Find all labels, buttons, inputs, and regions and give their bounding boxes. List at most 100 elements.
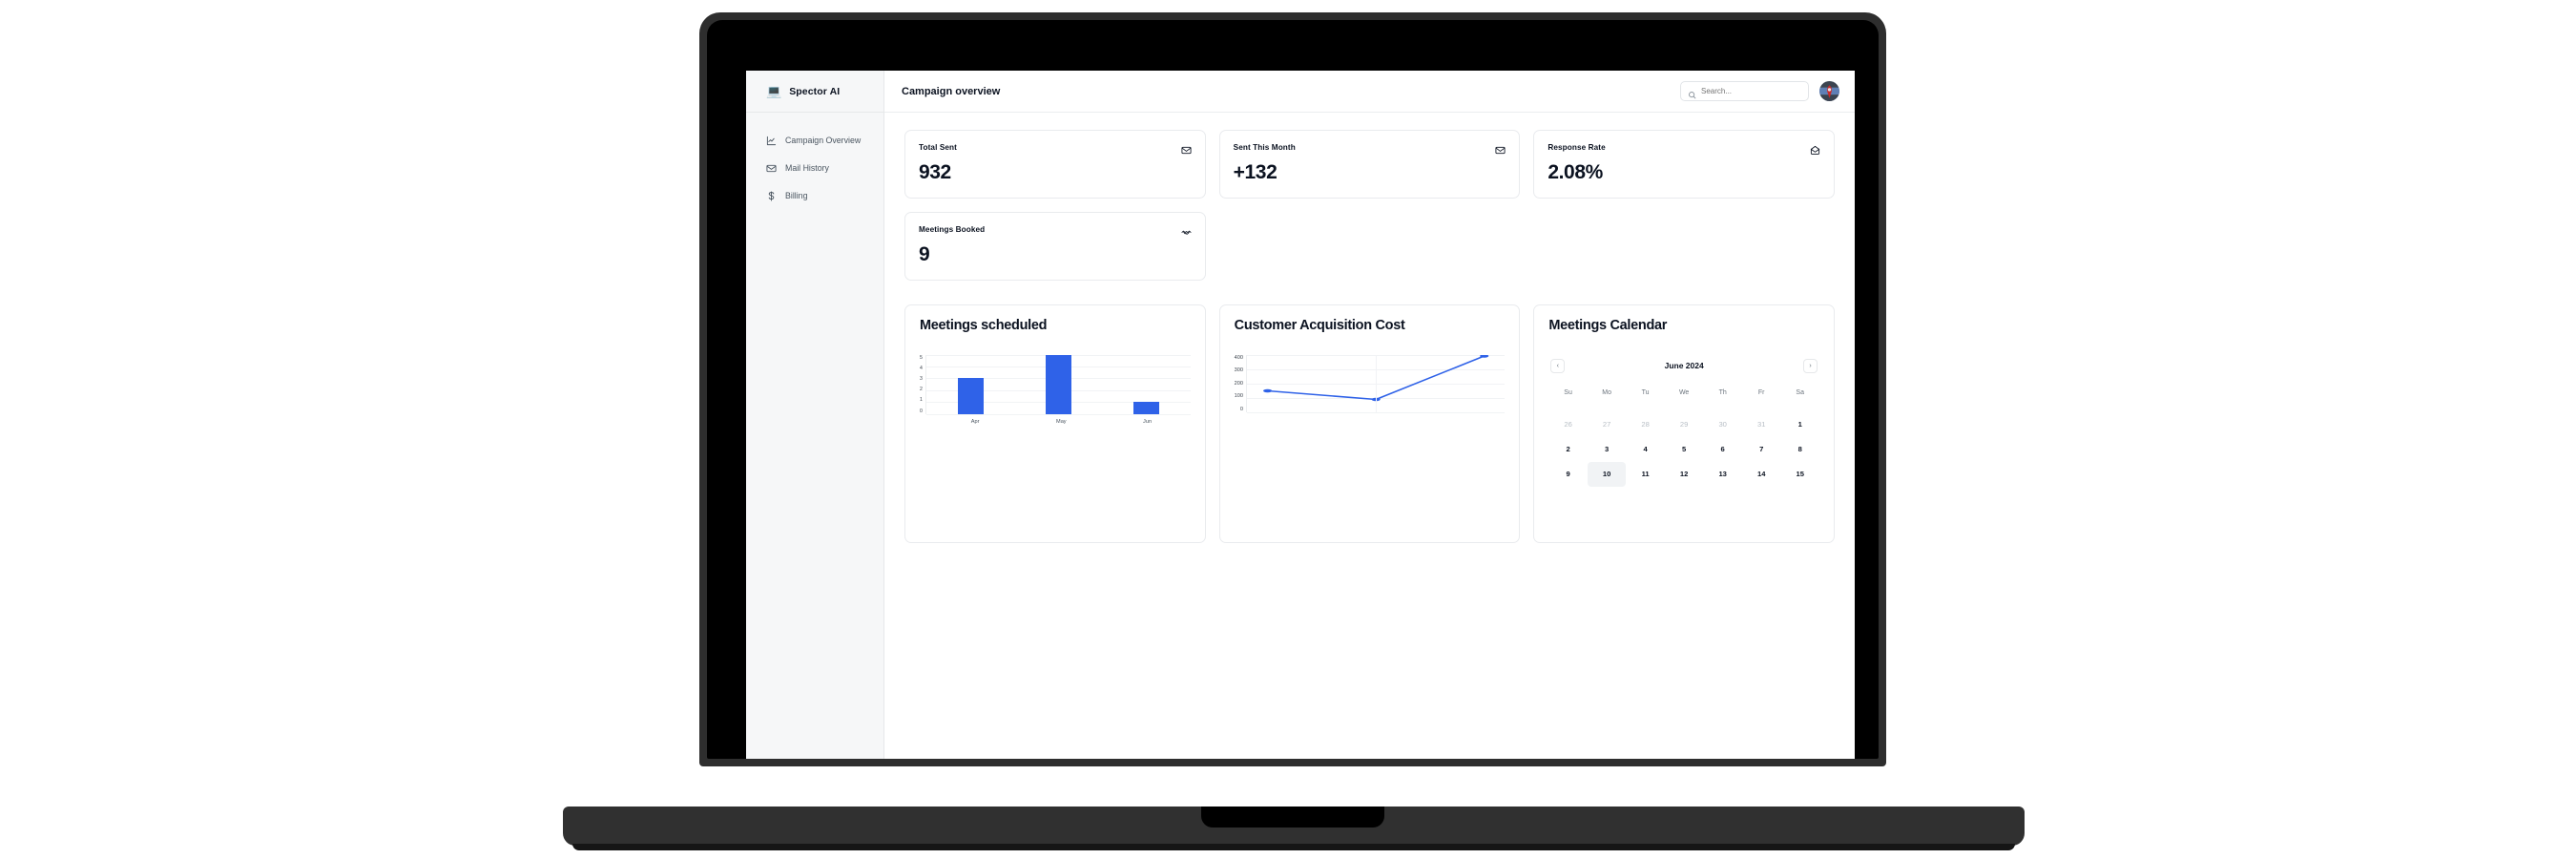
calendar-day-selected[interactable]: 10 [1587, 461, 1627, 487]
page-title: Campaign overview [902, 85, 1001, 97]
calendar-day[interactable]: 26 [1548, 412, 1588, 437]
dollar-icon [766, 190, 777, 201]
bar-jun [1133, 402, 1160, 414]
x-tick: Jun [1143, 418, 1153, 425]
bars [926, 354, 1191, 414]
y-tick: 1 [920, 397, 923, 404]
panel-meetings-calendar: Meetings Calendar ‹ June 2024 › Su Mo Tu We… [1533, 304, 1835, 543]
y-tick: 2 [920, 387, 923, 393]
screenshot-stage: 💻 Spector AI Campaign Overview Mail Hist… [0, 0, 2576, 859]
y-tick: 0 [1239, 406, 1243, 412]
laptop-lid: 💻 Spector AI Campaign Overview Mail Hist… [699, 12, 1886, 766]
line-chart: 400 300 200 100 0 [1235, 354, 1506, 413]
calendar-day[interactable]: 8 [1780, 437, 1819, 462]
x-tick: May [1056, 418, 1067, 425]
panels-row: Meetings scheduled 5 4 3 2 1 0 Apr May J… [904, 304, 1835, 543]
calendar-day[interactable]: 29 [1665, 412, 1704, 437]
bar-chart: 5 4 3 2 1 0 [920, 354, 1191, 415]
calendar-day[interactable]: 11 [1626, 462, 1665, 487]
search-icon [1688, 87, 1696, 99]
calendar-day[interactable]: 27 [1588, 412, 1627, 437]
sidebar-item-campaign-overview[interactable]: Campaign Overview [746, 134, 883, 147]
search-input[interactable] [1701, 87, 1801, 95]
y-tick: 4 [920, 365, 923, 371]
calendar-day[interactable]: 5 [1665, 437, 1704, 462]
panel-title: Meetings Calendar [1548, 318, 1668, 333]
chevron-right-icon[interactable]: › [1802, 358, 1818, 373]
stat-label: Meetings Booked [919, 225, 986, 234]
dashboard-content: Total Sent 932 Sent This Month +132 Resp… [884, 113, 1855, 759]
panel-customer-acquisition-cost: Customer Acquisition Cost 400 300 200 10… [1218, 304, 1521, 543]
topbar: Campaign overview [884, 71, 1855, 113]
topbar-right [1680, 81, 1839, 101]
envelope-icon [766, 163, 777, 174]
laptop-base-notch [1201, 807, 1384, 828]
calendar-dow: We [1678, 388, 1690, 396]
sidebar-item-label: Mail History [785, 163, 829, 173]
laptop-base-lip [572, 844, 2015, 850]
laptop-bezel: 💻 Spector AI Campaign Overview Mail Hist… [707, 20, 1879, 759]
calendar-month-label: June 2024 [1664, 361, 1704, 371]
stat-label: Sent This Month [1233, 143, 1296, 152]
calendar-day[interactable]: 15 [1780, 462, 1819, 487]
sidebar-item-label: Billing [785, 191, 808, 200]
calendar-day[interactable]: 30 [1703, 412, 1742, 437]
y-tick: 400 [1234, 354, 1243, 361]
panel-title: Meetings scheduled [920, 318, 1048, 333]
x-tick: Apr [970, 418, 980, 425]
stat-label: Response Rate [1548, 143, 1606, 152]
sidebar-item-mail-history[interactable]: Mail History [746, 161, 883, 175]
calendar-day[interactable]: 1 [1780, 412, 1819, 437]
user-avatar-image [1819, 81, 1839, 101]
line-chart-y-axis: 400 300 200 100 0 [1235, 355, 1246, 412]
calendar-day[interactable]: 14 [1742, 462, 1781, 487]
laptop-logo-icon: 💻 [766, 84, 782, 98]
search-box[interactable] [1680, 81, 1809, 101]
line-chart-plot [1246, 354, 1506, 413]
avatar[interactable] [1819, 81, 1839, 101]
calendar-day[interactable]: 9 [1548, 462, 1588, 487]
calendar-day[interactable]: 13 [1703, 462, 1742, 487]
calendar-nav: ‹ June 2024 › [1548, 358, 1819, 373]
calendar-day[interactable]: 12 [1665, 462, 1704, 487]
calendar-dow: Tu [1641, 388, 1650, 396]
calendar-dow-row: Su Mo Tu We Th Fr Sa [1548, 385, 1819, 401]
calendar-day[interactable]: 28 [1626, 412, 1665, 437]
calendar-day[interactable]: 7 [1742, 437, 1781, 462]
handshake-icon [1181, 225, 1192, 236]
stat-card-meetings-booked: Meetings Booked 9 [904, 212, 1206, 281]
stat-card-total-sent: Total Sent 932 [904, 130, 1206, 199]
calendar-day[interactable]: 6 [1703, 437, 1742, 462]
envelope-icon [1495, 143, 1506, 155]
envelope-icon [1181, 143, 1192, 155]
calendar-day[interactable]: 2 [1548, 437, 1588, 462]
bar-chart-plot [924, 354, 1191, 415]
sidebar: 💻 Spector AI Campaign Overview Mail Hist… [746, 71, 884, 759]
bar-chart-x-axis: Apr May Jun [920, 419, 1191, 425]
sidebar-item-billing[interactable]: Billing [746, 189, 883, 202]
line-chart-icon [766, 136, 777, 146]
brand-name: Spector AI [789, 85, 841, 97]
sidebar-nav: Campaign Overview Mail History Billing [746, 113, 883, 202]
stat-value: 9 [919, 243, 930, 265]
vertical-gridline [1376, 354, 1378, 412]
calendar-dow: Th [1718, 388, 1727, 396]
y-tick: 300 [1234, 367, 1243, 374]
envelope-open-icon [1810, 143, 1820, 155]
y-tick: 0 [920, 408, 923, 414]
stat-value: 2.08% [1548, 161, 1603, 183]
y-tick: 100 [1234, 393, 1243, 400]
calendar-dow: Sa [1796, 388, 1804, 396]
bar-may [1045, 354, 1071, 414]
calendar-day[interactable]: 3 [1588, 437, 1627, 462]
calendar-day[interactable]: 4 [1626, 437, 1665, 462]
calendar-dow: Su [1564, 388, 1572, 396]
y-tick: 200 [1234, 380, 1243, 387]
bar-apr [957, 378, 984, 414]
chevron-left-icon[interactable]: ‹ [1550, 358, 1566, 373]
brand[interactable]: 💻 Spector AI [746, 71, 883, 113]
calendar-day[interactable]: 31 [1742, 412, 1781, 437]
stats-row-1: Total Sent 932 Sent This Month +132 Resp… [904, 130, 1835, 199]
